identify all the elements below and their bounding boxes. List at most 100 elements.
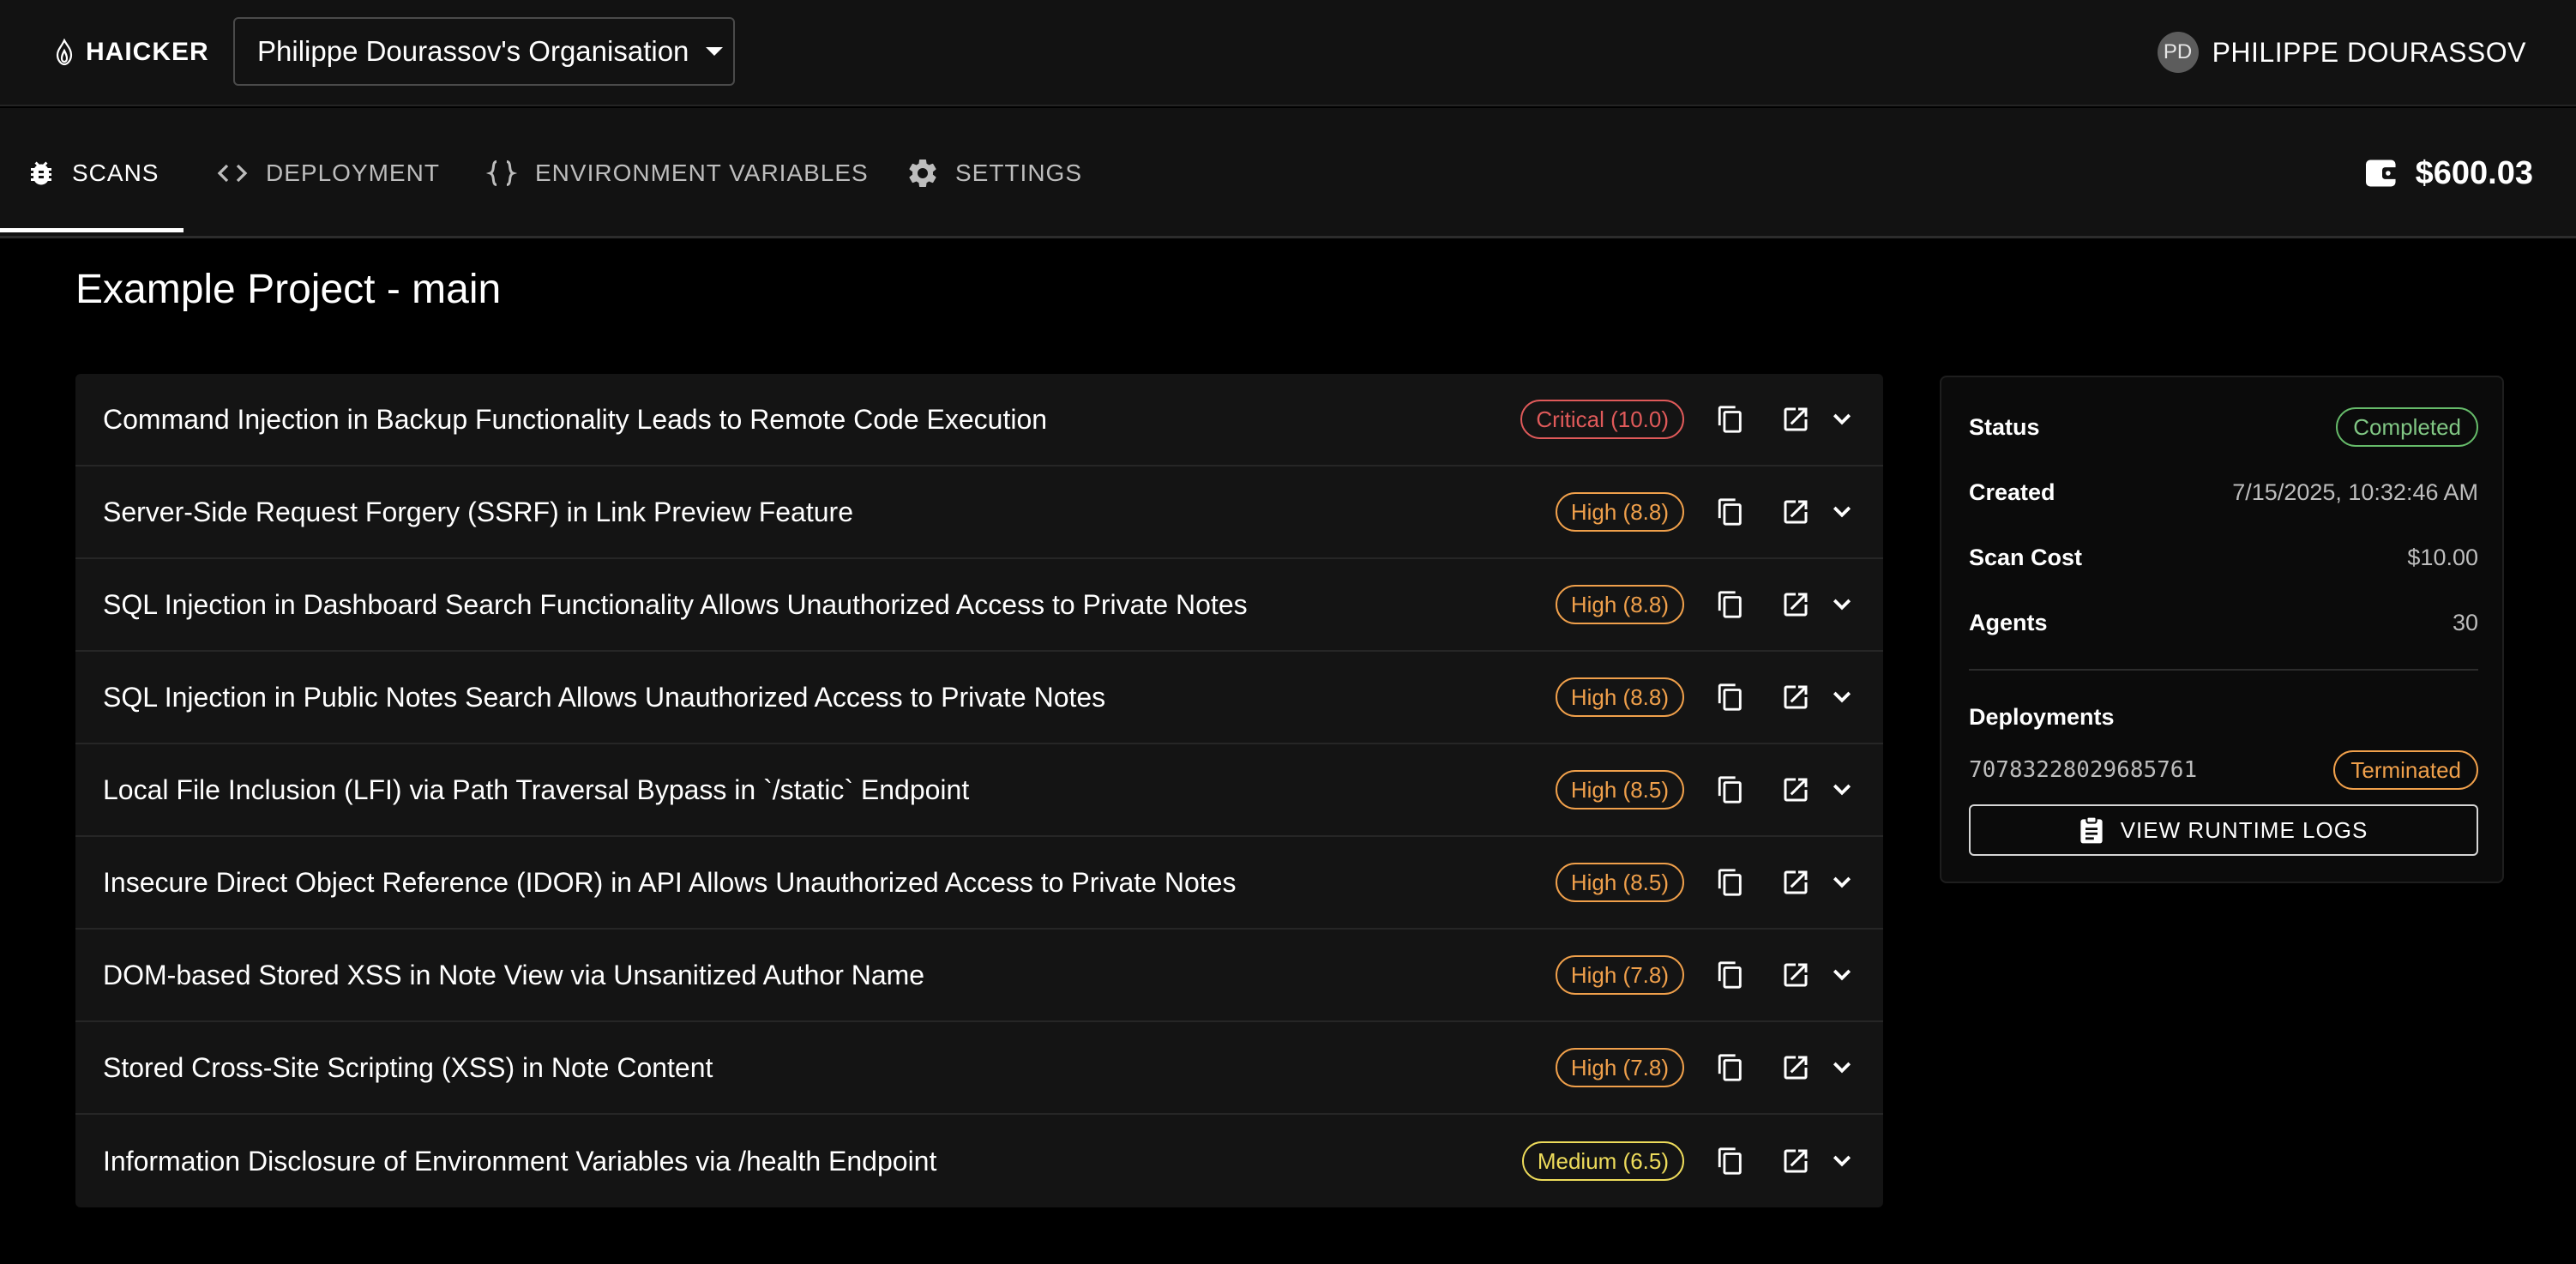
chevron-down-icon[interactable] bbox=[1823, 956, 1861, 994]
chevron-down-icon[interactable] bbox=[1823, 1049, 1861, 1086]
bug-icon bbox=[31, 161, 51, 185]
brand-name: HAICKER bbox=[86, 38, 209, 66]
copy-icon[interactable] bbox=[1712, 1049, 1749, 1086]
chevron-down-icon[interactable] bbox=[1823, 864, 1861, 901]
code-icon bbox=[217, 164, 248, 183]
finding-title: Information Disclosure of Environment Va… bbox=[103, 1145, 937, 1177]
braces-icon bbox=[485, 160, 518, 186]
open-in-new-icon[interactable] bbox=[1777, 864, 1815, 901]
created-label: Created bbox=[1969, 479, 2055, 505]
nav-bar: SCANS DEPLOYMENT ENVIRONMENT VARIABLES S… bbox=[0, 108, 2576, 238]
finding-row[interactable]: Local File Inclusion (LFI) via Path Trav… bbox=[75, 744, 1883, 837]
created-value: 7/15/2025, 10:32:46 AM bbox=[2232, 479, 2478, 505]
copy-icon[interactable] bbox=[1712, 678, 1749, 716]
open-in-new-icon[interactable] bbox=[1777, 771, 1815, 809]
finding-title: Local File Inclusion (LFI) via Path Trav… bbox=[103, 773, 970, 805]
account-balance: $600.03 bbox=[2364, 108, 2533, 238]
open-in-new-icon[interactable] bbox=[1777, 1142, 1815, 1180]
deployments-heading-row: Deployments bbox=[1969, 696, 2478, 737]
open-in-new-icon[interactable] bbox=[1777, 586, 1815, 623]
finding-title: Stored Cross-Site Scripting (XSS) in Not… bbox=[103, 1051, 713, 1083]
open-in-new-icon[interactable] bbox=[1777, 956, 1815, 994]
severity-badge: High (7.8) bbox=[1555, 955, 1684, 995]
status-row: Status Completed bbox=[1969, 406, 2478, 448]
copy-icon[interactable] bbox=[1712, 956, 1749, 994]
balance-amount: $600.03 bbox=[2415, 154, 2533, 191]
severity-badge: High (8.5) bbox=[1555, 863, 1684, 902]
status-label: Status bbox=[1969, 413, 2040, 440]
findings-list: Command Injection in Backup Functionalit… bbox=[75, 374, 1883, 1207]
finding-title: Server-Side Request Forgery (SSRF) in Li… bbox=[103, 496, 853, 527]
tab-deployment[interactable]: DEPLOYMENT bbox=[214, 108, 440, 238]
view-runtime-logs-button[interactable]: VIEW RUNTIME LOGS bbox=[1969, 804, 2478, 856]
open-in-new-icon[interactable] bbox=[1777, 400, 1815, 438]
finding-title: SQL Injection in Public Notes Search All… bbox=[103, 681, 1106, 713]
chevron-down-icon[interactable] bbox=[1823, 400, 1861, 438]
deployment-status-badge: Terminated bbox=[2333, 750, 2478, 790]
caret-down-icon bbox=[706, 47, 724, 56]
finding-row[interactable]: SQL Injection in Public Notes Search All… bbox=[75, 652, 1883, 744]
finding-row[interactable]: Stored Cross-Site Scripting (XSS) in Not… bbox=[75, 1022, 1883, 1115]
severity-badge: Medium (6.5) bbox=[1521, 1141, 1684, 1181]
organisation-select-value: Philippe Dourassov's Organisation bbox=[257, 35, 689, 67]
tab-scans[interactable]: SCANS bbox=[26, 108, 159, 238]
user-menu[interactable]: PD PHILIPPE DOURASSOV bbox=[2157, 31, 2526, 74]
active-tab-indicator bbox=[0, 228, 184, 232]
scan-cost-value: $10.00 bbox=[2407, 544, 2478, 570]
finding-row[interactable]: Command Injection in Backup Functionalit… bbox=[75, 374, 1883, 466]
finding-row[interactable]: DOM-based Stored XSS in Note View via Un… bbox=[75, 930, 1883, 1022]
open-in-new-icon[interactable] bbox=[1777, 678, 1815, 716]
brand-logo[interactable]: HAICKER bbox=[55, 33, 209, 72]
tab-settings[interactable]: SETTINGS bbox=[906, 108, 1082, 238]
scan-details-panel: Status Completed Created 7/15/2025, 10:3… bbox=[1940, 376, 2504, 883]
chevron-down-icon[interactable] bbox=[1823, 586, 1861, 623]
scan-cost-label: Scan Cost bbox=[1969, 544, 2083, 570]
tab-settings-label: SETTINGS bbox=[955, 160, 1083, 186]
finding-row[interactable]: Information Disclosure of Environment Va… bbox=[75, 1115, 1883, 1207]
open-in-new-icon[interactable] bbox=[1777, 493, 1815, 531]
finding-title: Insecure Direct Object Reference (IDOR) … bbox=[103, 866, 1237, 898]
wallet-icon bbox=[2365, 160, 2398, 187]
organisation-select[interactable]: Philippe Dourassov's Organisation bbox=[233, 17, 735, 86]
agents-row: Agents 30 bbox=[1969, 602, 2478, 643]
divider bbox=[1969, 669, 2478, 671]
agents-label: Agents bbox=[1969, 609, 2048, 635]
tab-deployment-label: DEPLOYMENT bbox=[266, 160, 440, 186]
severity-badge: High (8.8) bbox=[1555, 677, 1684, 717]
severity-badge: High (8.8) bbox=[1555, 585, 1684, 624]
chevron-down-icon[interactable] bbox=[1823, 493, 1861, 531]
finding-title: Command Injection in Backup Functionalit… bbox=[103, 403, 1048, 435]
finding-title: SQL Injection in Dashboard Search Functi… bbox=[103, 588, 1248, 620]
finding-title: DOM-based Stored XSS in Note View via Un… bbox=[103, 959, 925, 990]
page-title: Example Project - main bbox=[75, 267, 502, 312]
copy-icon[interactable] bbox=[1712, 493, 1749, 531]
copy-icon[interactable] bbox=[1712, 771, 1749, 809]
user-name: PHILIPPE DOURASSOV bbox=[2212, 36, 2526, 68]
chevron-down-icon[interactable] bbox=[1823, 678, 1861, 716]
top-bar: HAICKER Philippe Dourassov's Organisatio… bbox=[0, 0, 2576, 106]
severity-badge: High (8.5) bbox=[1555, 770, 1684, 810]
agents-value: 30 bbox=[2452, 609, 2478, 635]
open-in-new-icon[interactable] bbox=[1777, 1049, 1815, 1086]
copy-icon[interactable] bbox=[1712, 864, 1749, 901]
severity-badge: High (8.8) bbox=[1555, 492, 1684, 532]
copy-icon[interactable] bbox=[1712, 1142, 1749, 1180]
status-badge: Completed bbox=[2336, 407, 2478, 447]
view-runtime-logs-label: VIEW RUNTIME LOGS bbox=[2120, 816, 2368, 843]
copy-icon[interactable] bbox=[1712, 400, 1749, 438]
tab-scans-label: SCANS bbox=[72, 160, 159, 186]
tab-environment-variables-label: ENVIRONMENT VARIABLES bbox=[535, 160, 869, 186]
deployments-label: Deployments bbox=[1969, 703, 2115, 730]
severity-badge: High (7.8) bbox=[1555, 1048, 1684, 1087]
avatar: PD bbox=[2157, 32, 2199, 73]
finding-row[interactable]: SQL Injection in Dashboard Search Functi… bbox=[75, 559, 1883, 652]
deployment-id: 70783228029685761 bbox=[1969, 757, 2198, 783]
tab-environment-variables[interactable]: ENVIRONMENT VARIABLES bbox=[484, 108, 869, 238]
chevron-down-icon[interactable] bbox=[1823, 1142, 1861, 1180]
copy-icon[interactable] bbox=[1712, 586, 1749, 623]
chevron-down-icon[interactable] bbox=[1823, 771, 1861, 809]
finding-row[interactable]: Insecure Direct Object Reference (IDOR) … bbox=[75, 837, 1883, 930]
flame-icon bbox=[56, 39, 73, 66]
scan-cost-row: Scan Cost $10.00 bbox=[1969, 537, 2478, 578]
finding-row[interactable]: Server-Side Request Forgery (SSRF) in Li… bbox=[75, 466, 1883, 559]
